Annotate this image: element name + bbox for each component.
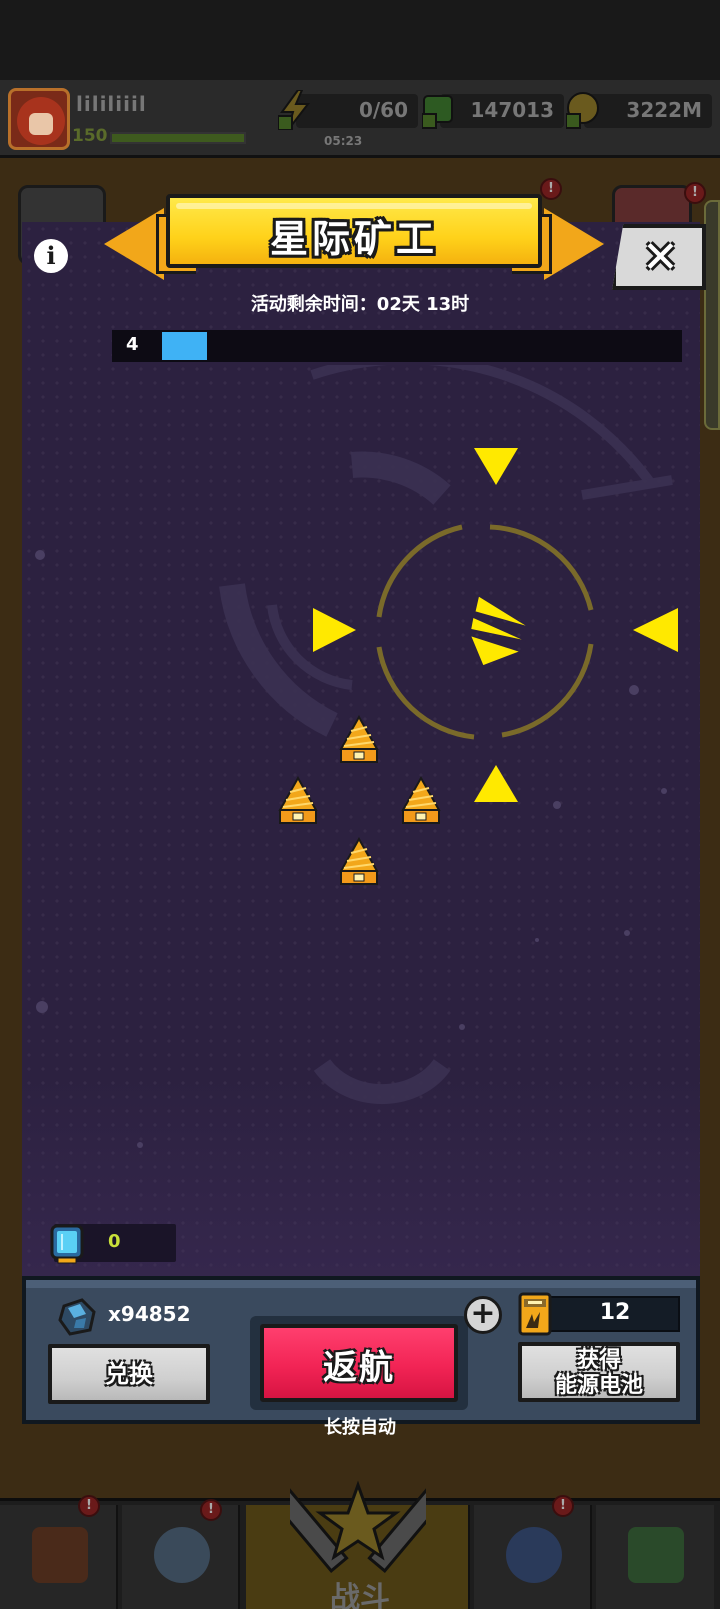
depth-progress-bar: 4 <box>112 330 682 362</box>
mining-field[interactable] <box>22 365 700 1225</box>
energy-timer: 05:23 <box>324 134 363 148</box>
battery-icon <box>518 1292 552 1336</box>
gold-counter[interactable]: 3222M <box>566 92 712 129</box>
banner-plate: 星际矿工 <box>166 194 542 268</box>
energy-value: 0/60 <box>358 98 408 122</box>
nav-tab-research[interactable] <box>596 1505 714 1609</box>
cash-value: 147013 <box>470 98 555 122</box>
get-battery-line1: 获得 <box>576 1348 621 1373</box>
field-particles <box>35 550 667 1148</box>
battery-count: 12 <box>599 1300 631 1325</box>
notification-badge: ! <box>684 182 706 204</box>
ore-icon <box>58 1298 96 1336</box>
level-bar <box>110 132 246 144</box>
banner-wing-right <box>544 208 604 280</box>
crossed-swords-icon <box>290 1480 426 1574</box>
exchange-button[interactable]: 兑换 <box>48 1344 210 1404</box>
return-button-label: 返航 <box>323 1348 395 1388</box>
arrow-left-icon[interactable] <box>313 608 356 652</box>
arrow-right-icon[interactable] <box>633 608 678 652</box>
add-battery-button[interactable]: + <box>464 1296 502 1334</box>
title-banner: 星际矿工 <box>104 194 604 286</box>
modal-title: 星际矿工 <box>269 217 438 261</box>
event-timer: 活动剩余时间：02天 13时 <box>250 294 470 315</box>
cash-counter[interactable]: 147013 <box>422 94 564 129</box>
arrow-down-icon[interactable] <box>474 765 518 802</box>
research-icon <box>628 1527 684 1583</box>
gold-icon <box>566 92 599 129</box>
status-bar <box>0 0 720 80</box>
fight-label: 战斗 <box>330 1581 390 1609</box>
panel-highlight <box>26 1280 696 1288</box>
bottom-nav: 战斗 ! ! ! <box>0 1480 720 1609</box>
return-button[interactable]: 返航 <box>260 1324 458 1402</box>
drill-icon[interactable] <box>401 775 441 824</box>
ore-count: x94852 <box>108 1302 191 1326</box>
planet-icon <box>506 1527 562 1583</box>
gem-count: 0 <box>108 1231 121 1252</box>
player-level: 150 <box>72 126 108 146</box>
avatar-face <box>29 113 53 135</box>
banner-wing-left <box>104 208 164 280</box>
background-rings <box>219 365 673 1105</box>
cash-icon <box>422 95 453 129</box>
top-bar: lililiiil 150 0/60 05:23 147013 3222M <box>0 80 720 158</box>
ship-icon <box>469 595 530 667</box>
nav-tab-equipment[interactable] <box>122 1505 240 1609</box>
close-button[interactable]: ✕ <box>612 224 706 290</box>
gem-icon <box>50 1224 84 1264</box>
get-battery-button[interactable]: 获得 能源电池 <box>518 1342 680 1402</box>
drill-icon[interactable] <box>339 836 379 885</box>
notification-badge: ! <box>200 1499 222 1521</box>
energy-counter[interactable]: 0/60 05:23 <box>278 90 418 148</box>
avatar[interactable] <box>8 88 70 150</box>
player-name: lililiiil <box>76 92 147 116</box>
arrow-up-icon[interactable] <box>474 448 518 485</box>
nav-tab-planets[interactable] <box>474 1505 592 1609</box>
info-icon[interactable]: i <box>34 239 68 273</box>
energy-icon <box>278 90 311 130</box>
hold-auto-hint: 长按自动 <box>324 1417 396 1438</box>
drill-icon[interactable] <box>278 775 318 824</box>
close-icon: ✕ <box>642 232 679 283</box>
armor-icon <box>154 1527 210 1583</box>
progress-fill <box>162 332 207 360</box>
level-bar-fill <box>112 134 244 142</box>
nav-tab-shop[interactable] <box>0 1505 118 1609</box>
notification-badge: ! <box>552 1495 574 1517</box>
nav-tab-fight[interactable]: 战斗 <box>246 1480 470 1609</box>
shop-icon <box>32 1527 88 1583</box>
get-battery-line2: 能源电池 <box>554 1373 643 1398</box>
drill-icon[interactable] <box>339 714 379 763</box>
gold-value: 3222M <box>626 98 702 122</box>
notification-badge: ! <box>78 1495 100 1517</box>
progress-level: 4 <box>126 334 139 355</box>
